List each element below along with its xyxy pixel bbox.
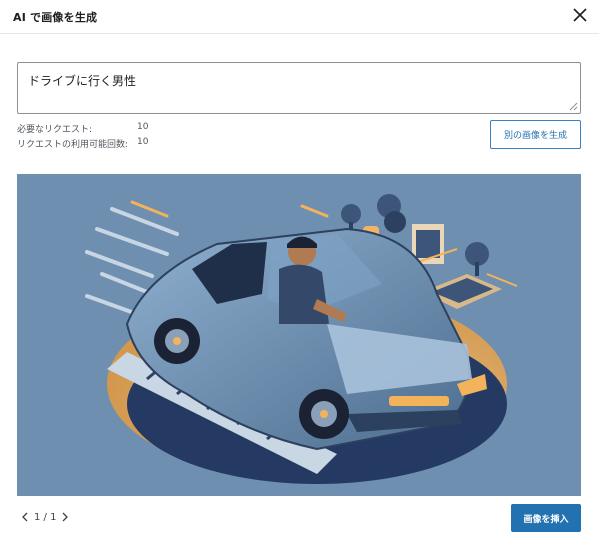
required-requests-value: 10 xyxy=(137,122,149,132)
image-pagination: 1 / 1 xyxy=(20,511,70,523)
generate-another-button[interactable]: 別の画像を生成 xyxy=(490,120,581,149)
available-requests-label: リクエストの利用可能回数: xyxy=(17,140,129,150)
available-requests-row: リクエストの利用可能回数: 10 xyxy=(17,137,148,150)
chevron-left-icon[interactable] xyxy=(20,511,30,523)
required-requests-label: 必要なリクエスト: xyxy=(17,125,93,135)
available-requests-value: 10 xyxy=(137,137,149,147)
pagination-text: 1 / 1 xyxy=(34,511,57,523)
chevron-right-icon[interactable] xyxy=(60,511,70,523)
generated-image xyxy=(17,174,581,496)
required-requests-row: 必要なリクエスト: 10 xyxy=(17,122,148,135)
dialog-header: AI で画像を生成 xyxy=(0,0,599,34)
insert-image-button[interactable]: 画像を挿入 xyxy=(511,504,581,532)
close-icon[interactable] xyxy=(569,4,591,26)
prompt-input[interactable] xyxy=(17,62,581,114)
dialog-title: AI で画像を生成 xyxy=(13,11,98,24)
resize-grip-icon[interactable] xyxy=(568,101,578,111)
